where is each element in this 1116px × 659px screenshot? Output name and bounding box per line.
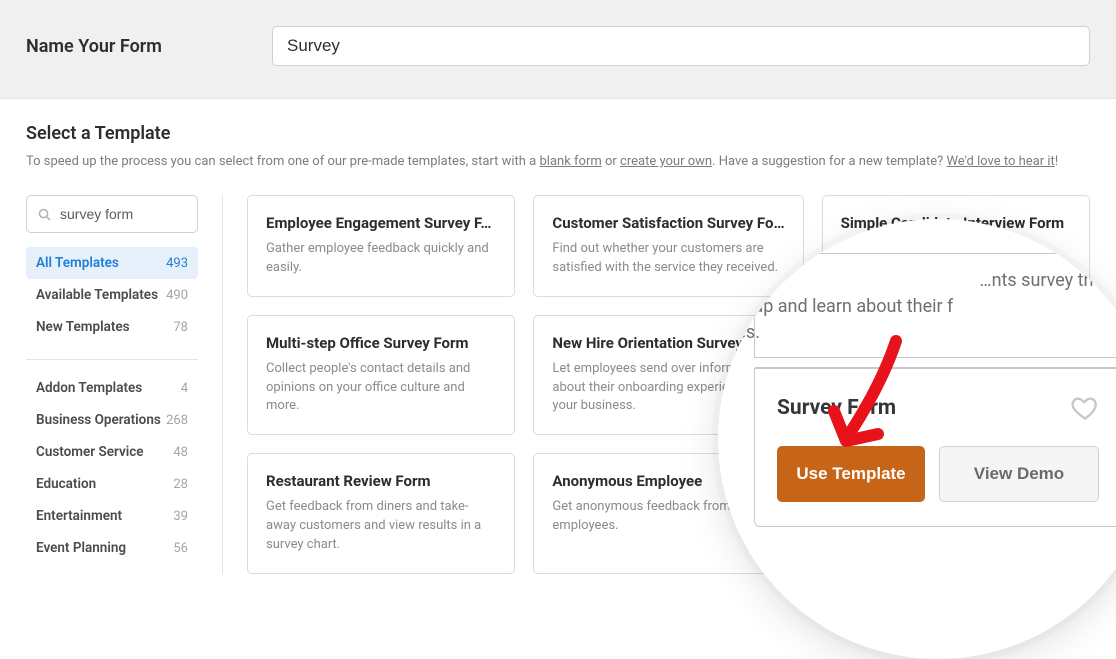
create-your-own-link[interactable]: create your own: [620, 154, 712, 169]
cat-label: Addon Templates: [36, 380, 142, 396]
zoom-callout: …nts survey the oup and learn about thei…: [718, 219, 1116, 659]
template-card[interactable]: Restaurant Review Form Get feedback from…: [247, 453, 515, 574]
select-template-subtext: To speed up the process you can select f…: [26, 154, 1090, 169]
cat-all-templates[interactable]: All Templates 493: [26, 247, 198, 279]
cat-count: 268: [166, 413, 188, 428]
heart-icon[interactable]: [1071, 394, 1099, 422]
cat-label: Entertainment: [36, 508, 122, 524]
cat-customer-service[interactable]: Customer Service 48: [26, 436, 198, 468]
cat-count: 39: [173, 509, 188, 524]
cat-count: 48: [173, 445, 188, 460]
search-icon: [37, 207, 52, 222]
cat-label: Customer Service: [36, 444, 144, 460]
subtext: !: [1055, 154, 1058, 169]
zoom-card-title: Survey Form: [777, 396, 896, 420]
frag-text: vities.: [718, 320, 1103, 346]
card-title: Multi-step Office Survey Form: [266, 334, 496, 352]
view-demo-button[interactable]: View Demo: [939, 446, 1099, 502]
frag-text: …nts survey the: [773, 268, 1103, 294]
cat-count: 78: [173, 320, 188, 335]
cat-label: All Templates: [36, 255, 119, 271]
suggest-template-link[interactable]: We'd love to hear it: [946, 154, 1054, 169]
frag-text: oup and learn about their f: [743, 294, 1103, 320]
template-card[interactable]: Employee Engagement Survey F… Gather emp…: [247, 195, 515, 297]
template-search[interactable]: [26, 195, 198, 233]
cat-event-planning[interactable]: Event Planning 56: [26, 532, 198, 564]
select-template-title: Select a Template: [26, 123, 1090, 144]
card-desc: Get feedback from diners and take-away c…: [266, 498, 496, 555]
cat-education[interactable]: Education 28: [26, 468, 198, 500]
subtext: . Have a suggestion for a new template?: [712, 154, 946, 169]
form-name-input[interactable]: [272, 26, 1090, 66]
card-title: Customer Satisfaction Survey Fo…: [552, 214, 784, 232]
card-desc: Gather employee feedback quickly and eas…: [266, 240, 496, 278]
cat-entertainment[interactable]: Entertainment 39: [26, 500, 198, 532]
card-title: Restaurant Review Form: [266, 472, 496, 490]
card-desc: Collect people's contact details and opi…: [266, 360, 496, 417]
cat-count: 28: [173, 477, 188, 492]
blank-form-link[interactable]: blank form: [539, 154, 601, 169]
cat-addon-templates[interactable]: Addon Templates 4: [26, 372, 198, 404]
cat-new-templates[interactable]: New Templates 78: [26, 311, 198, 343]
template-search-input[interactable]: [60, 206, 241, 222]
cat-count: 56: [173, 541, 188, 556]
cat-label: Business Operations: [36, 412, 161, 428]
card-title: Employee Engagement Survey F…: [266, 214, 496, 232]
name-form-bar: Name Your Form: [0, 0, 1116, 99]
cat-label: Education: [36, 476, 96, 492]
template-sidebar: All Templates 493 Available Templates 49…: [26, 195, 223, 574]
zoom-card-fragment: …nts survey the oup and learn about thei…: [754, 253, 1116, 358]
cat-count: 490: [166, 288, 188, 303]
cat-available-templates[interactable]: Available Templates 490: [26, 279, 198, 311]
cat-count: 4: [181, 381, 188, 396]
select-template-header: Select a Template To speed up the proces…: [0, 99, 1116, 169]
cat-business-operations[interactable]: Business Operations 268: [26, 404, 198, 436]
cat-label: New Templates: [36, 319, 130, 335]
zoom-template-card[interactable]: Survey Form Use Template View Demo: [754, 368, 1116, 527]
subtext: To speed up the process you can select f…: [26, 154, 539, 169]
subtext: or: [602, 154, 620, 169]
use-template-button[interactable]: Use Template: [777, 446, 925, 502]
cat-label: Available Templates: [36, 287, 158, 303]
template-card[interactable]: Multi-step Office Survey Form Collect pe…: [247, 315, 515, 436]
sidebar-divider: [26, 359, 198, 360]
card-desc: Find out whether your customers are sati…: [552, 240, 784, 278]
cat-count: 493: [166, 256, 188, 271]
cat-label: Event Planning: [36, 540, 126, 556]
name-form-label: Name Your Form: [26, 36, 272, 57]
